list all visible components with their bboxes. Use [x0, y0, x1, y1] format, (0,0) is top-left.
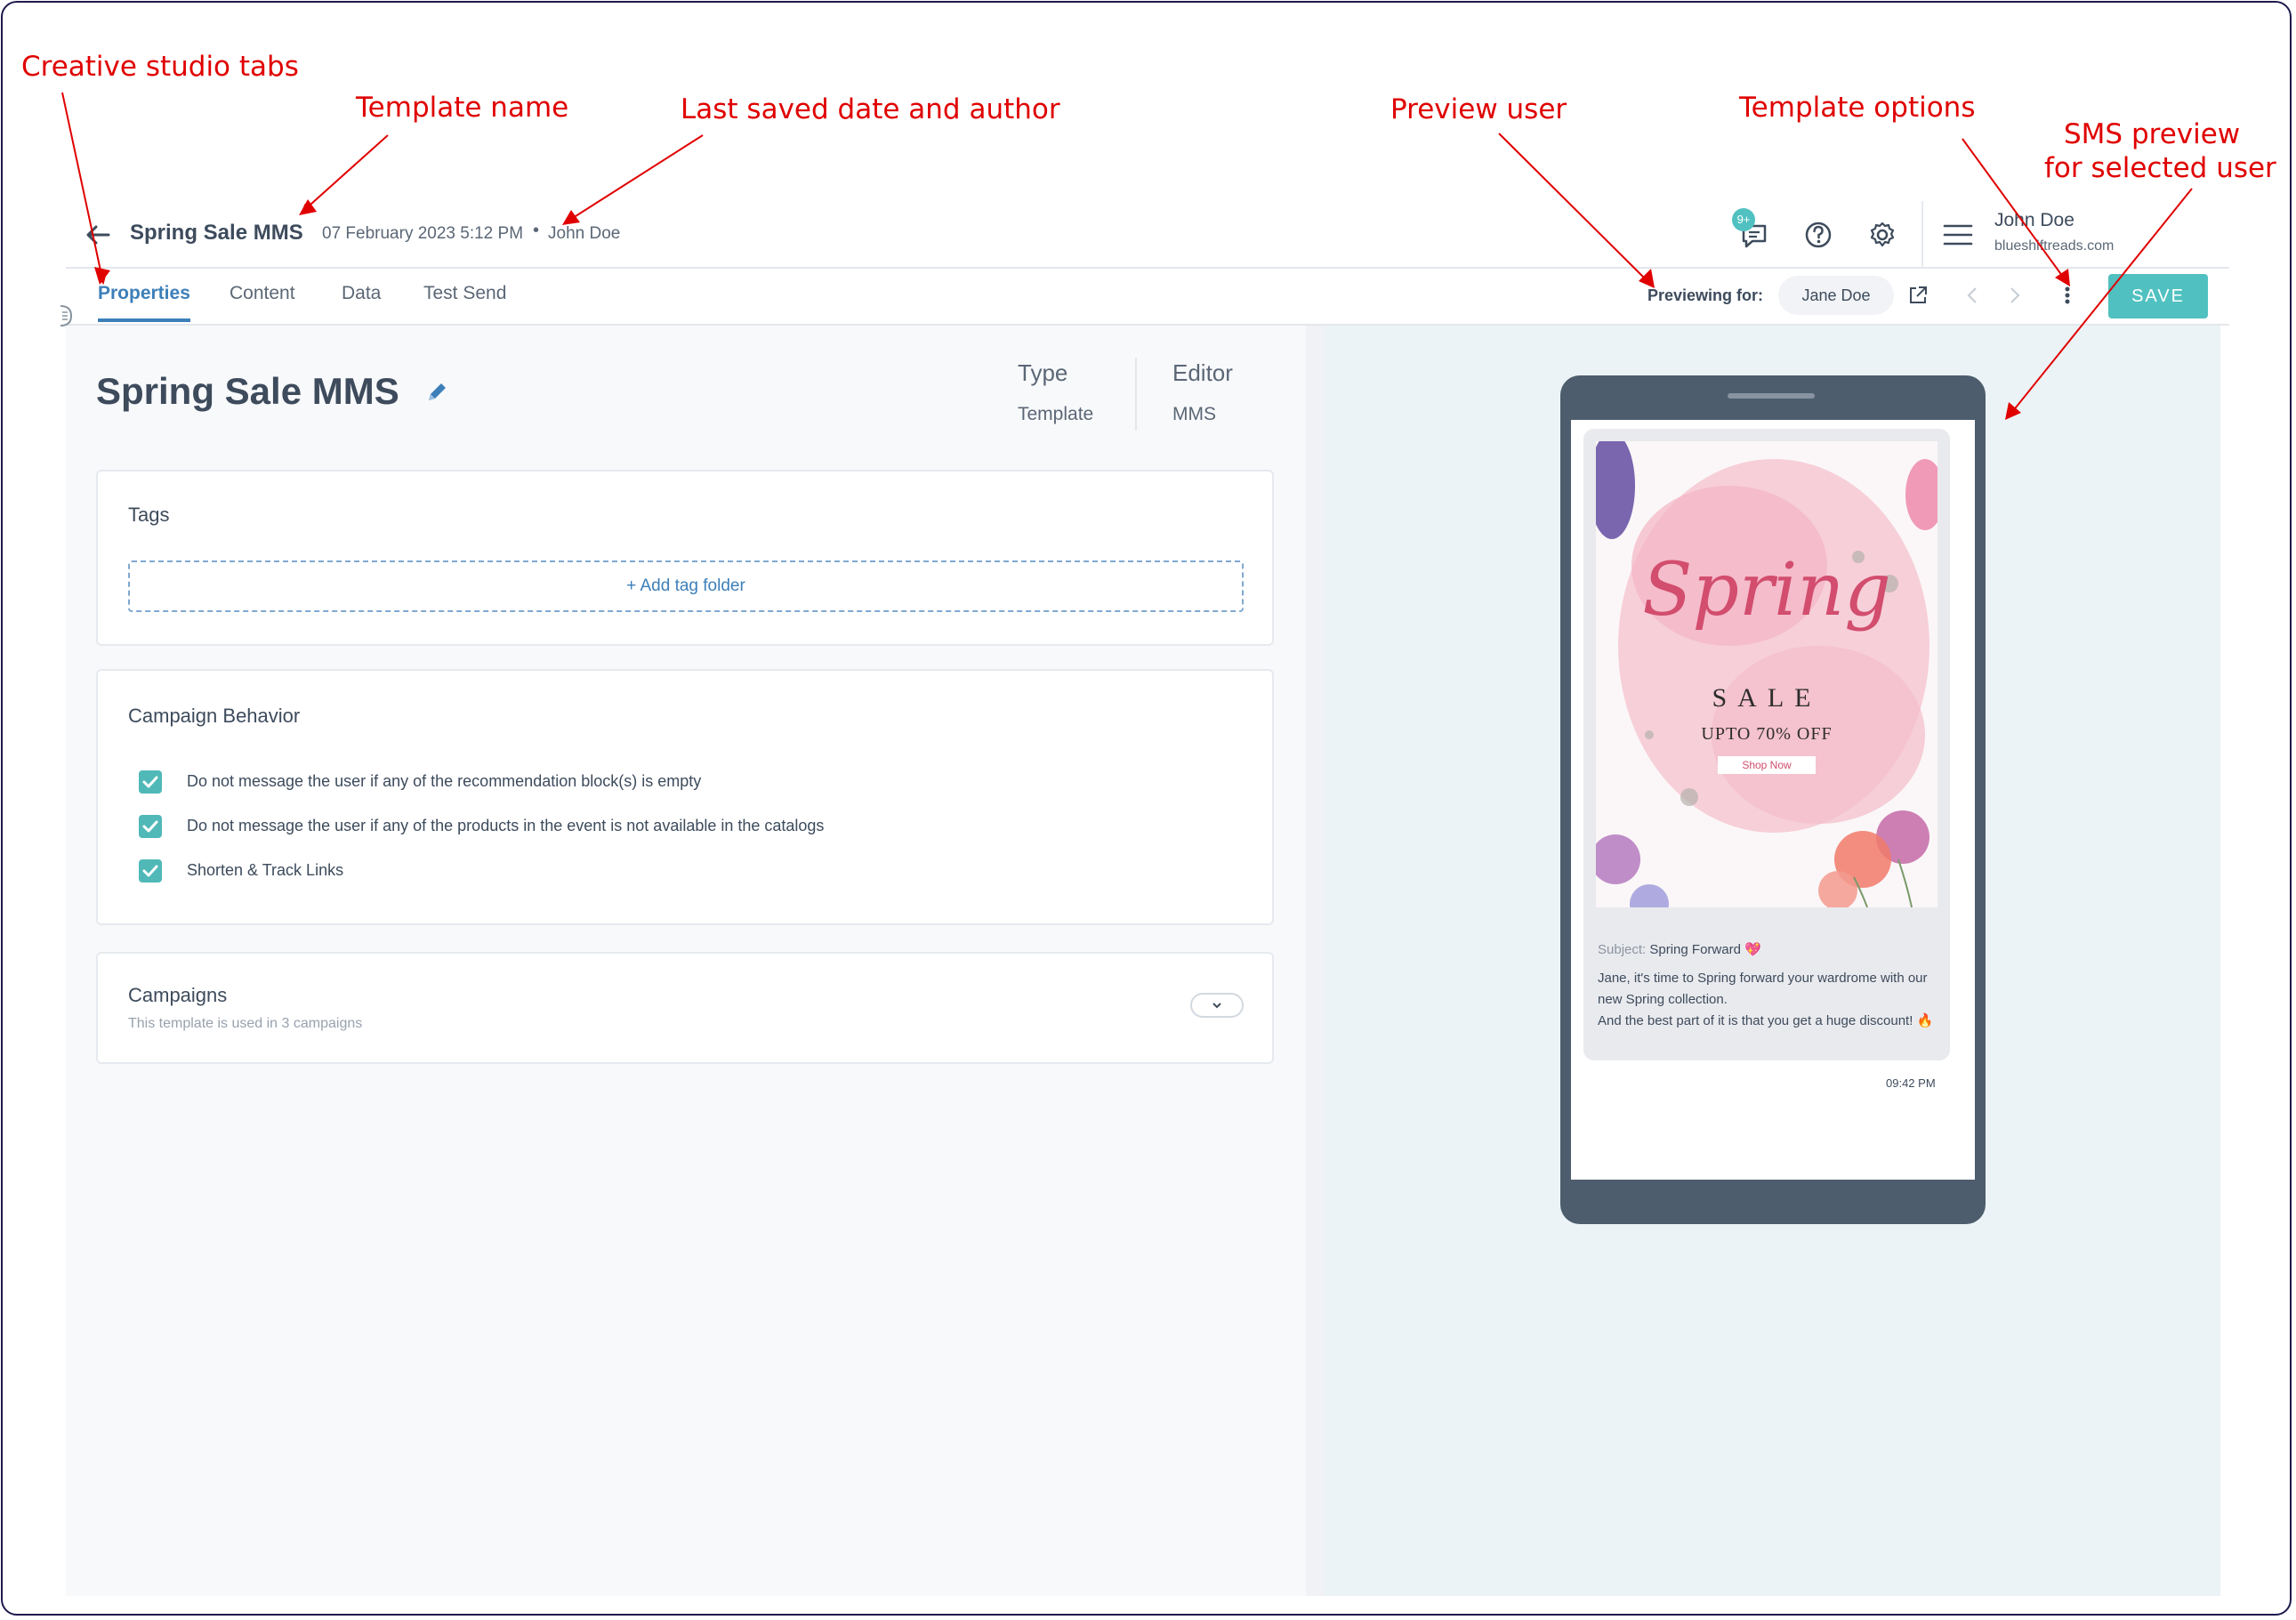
spring-sale-artwork: [1596, 441, 1938, 907]
type-value: Template: [1018, 404, 1094, 424]
tags-card: Tags + Add tag folder: [96, 470, 1274, 646]
annotation-sms-preview-1: SMS preview: [2064, 118, 2241, 150]
meta-separator: •: [533, 221, 540, 240]
checkbox-checked-icon[interactable]: [139, 859, 162, 883]
template-name[interactable]: Spring Sale MMS: [130, 221, 303, 246]
user-divider: [1921, 201, 1923, 269]
save-button[interactable]: SAVE: [2108, 274, 2208, 318]
tags-title: Tags: [128, 504, 170, 526]
properties-pane: Spring Sale MMS Type Template Editor MMS…: [66, 326, 1306, 1596]
phone-speaker: [1728, 393, 1815, 399]
campaign-behavior-title: Campaign Behavior: [128, 705, 301, 727]
type-label: Type: [1018, 359, 1068, 386]
campaigns-card[interactable]: Campaigns This template is used in 3 cam…: [96, 952, 1274, 1064]
mms-image: Spring SALE UPTO 70% OFF Shop Now: [1596, 441, 1938, 907]
annotation-tabs: Creative studio tabs: [21, 51, 299, 83]
user-name[interactable]: John Doe: [1994, 210, 2074, 231]
phone-preview: Spring SALE UPTO 70% OFF Shop Now Subjec…: [1560, 375, 1986, 1224]
help-icon[interactable]: [1801, 217, 1836, 253]
subject-label: Subject:: [1598, 942, 1647, 957]
editor-label: Editor: [1172, 359, 1233, 386]
next-user-icon[interactable]: [2002, 283, 2026, 308]
studio-tabs-bar: Properties Content Data Test Send Previe…: [66, 269, 2229, 324]
page-title: Spring Sale MMS: [96, 370, 399, 412]
meta-divider: [1135, 358, 1137, 431]
last-saved-author: John Doe: [548, 224, 621, 243]
editor-value: MMS: [1172, 404, 1216, 424]
mms-sale-text: SALE: [1712, 683, 1822, 713]
campaign-behavior-card: Campaign Behavior Do not message the use…: [96, 669, 1274, 925]
message-timestamp: 09:42 PM: [1886, 1076, 1936, 1090]
campaigns-title: Campaigns: [128, 984, 228, 1006]
previewing-for-label: Previewing for:: [1647, 286, 1764, 304]
annotation-preview-user: Preview user: [1390, 93, 1567, 125]
tab-content[interactable]: Content: [230, 283, 295, 304]
behavior-option-label: Shorten & Track Links: [187, 861, 344, 879]
annotation-sms-preview-2: for selected user: [2044, 152, 2276, 184]
previous-user-icon[interactable]: [1961, 283, 1986, 308]
tab-properties[interactable]: Properties: [98, 283, 190, 304]
message-line: And the best part of it is that you get …: [1598, 1013, 1934, 1028]
active-tab-indicator: [98, 318, 190, 322]
chevron-down-icon: [1212, 1003, 1221, 1009]
external-link-icon[interactable]: [1907, 285, 1929, 306]
mms-headline: Spring: [1642, 548, 1891, 633]
last-saved-date: 07 February 2023 5:12 PM: [322, 224, 524, 243]
hamburger-icon[interactable]: [1943, 222, 1973, 247]
subject-value: Spring Forward 💖: [1649, 942, 1761, 957]
annotation-template-name: Template name: [356, 92, 569, 124]
pane-divider: [1306, 326, 1324, 1596]
back-arrow-icon[interactable]: [84, 221, 112, 249]
add-tag-folder-button[interactable]: + Add tag folder: [128, 560, 1244, 612]
tab-data[interactable]: Data: [342, 283, 381, 304]
mms-offer-text: UPTO 70% OFF: [1701, 724, 1833, 744]
checkbox-checked-icon[interactable]: [139, 815, 162, 838]
message-line: Jane, it's time to Spring forward your w…: [1598, 971, 1928, 1007]
behavior-option-label: Do not message the user if any of the re…: [187, 772, 702, 790]
checkbox-checked-icon[interactable]: [139, 770, 162, 794]
mms-shop-now-button: Shop Now: [1718, 756, 1816, 774]
message-body: Jane, it's time to Spring forward your w…: [1598, 968, 1939, 1032]
message-bubble: Spring SALE UPTO 70% OFF Shop Now Subjec…: [1583, 429, 1950, 1060]
notification-badge: 9+: [1732, 208, 1755, 231]
preview-user-selector[interactable]: Jane Doe: [1778, 276, 1894, 315]
campaigns-subtitle: This template is used in 3 campaigns: [128, 1016, 363, 1031]
user-organization: blueshiftreads.com: [1994, 238, 2115, 254]
message-subject: Subject: Spring Forward 💖: [1598, 941, 1761, 957]
phone-screen: Spring SALE UPTO 70% OFF Shop Now Subjec…: [1571, 420, 1975, 1180]
template-options-icon[interactable]: [2058, 283, 2076, 308]
campaigns-expand-button[interactable]: [1190, 993, 1244, 1018]
behavior-option-label: Do not message the user if any of the pr…: [187, 817, 825, 834]
app-header: Spring Sale MMS 07 February 2023 5:12 PM…: [66, 201, 2229, 269]
side-panel-toggle-icon[interactable]: [59, 302, 78, 329]
annotation-template-options: Template options: [1739, 92, 1976, 124]
annotation-last-saved: Last saved date and author: [681, 93, 1060, 125]
tab-test-send[interactable]: Test Send: [423, 283, 506, 304]
edit-pencil-icon[interactable]: [423, 379, 450, 406]
gear-icon[interactable]: [1865, 217, 1900, 253]
